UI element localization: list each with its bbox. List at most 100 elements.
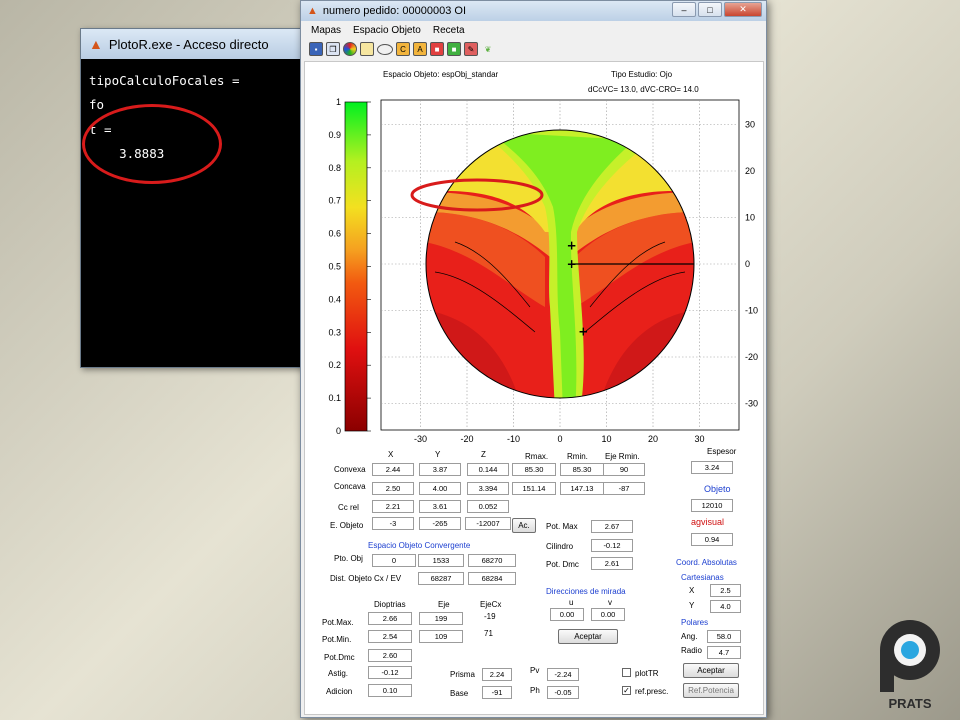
objeto-field[interactable]: 12010	[691, 499, 733, 512]
v-label: v	[608, 598, 612, 607]
tool-a-icon[interactable]: A	[413, 42, 427, 56]
row-label-concava: Concava	[334, 482, 366, 491]
dist-cx-field[interactable]: 68287	[418, 572, 464, 585]
tool-c-icon[interactable]: C	[396, 42, 410, 56]
pto-obj-x-field[interactable]: 0	[372, 554, 416, 567]
aceptar-direcciones-button[interactable]: Aceptar	[558, 629, 618, 644]
ellipse-icon[interactable]	[377, 43, 393, 55]
dist-ev-field[interactable]: 68284	[468, 572, 516, 585]
espesor-field[interactable]: 3.24	[691, 461, 733, 474]
direcciones-title: Direcciones de mirada	[546, 587, 626, 596]
agvisual-field[interactable]: 0.94	[691, 533, 733, 546]
aceptar-coords-button[interactable]: Aceptar	[683, 663, 739, 678]
concava-z-field[interactable]: 3.394	[467, 482, 509, 495]
adicion-label: Adicion	[326, 687, 353, 696]
copy-icon[interactable]: ❐	[326, 42, 340, 56]
x-tick-label: 20	[648, 434, 658, 444]
prisma-field[interactable]: 2.24	[482, 668, 512, 681]
concava-rmax-field[interactable]: 151.14	[512, 482, 556, 495]
adicion-field[interactable]: 0.10	[368, 684, 412, 697]
menu-mapas[interactable]: Mapas	[311, 25, 341, 36]
tool-leaf-icon[interactable]: ❦	[481, 42, 495, 56]
plottr-checkbox[interactable]	[622, 668, 631, 677]
pot-dmc-field[interactable]: 2.61	[591, 557, 633, 570]
menu-espacio-objeto[interactable]: Espacio Objeto	[353, 25, 421, 36]
astig-field[interactable]: -0.12	[368, 666, 412, 679]
y-tick-label: -30	[745, 399, 758, 409]
plus-marker: +	[567, 238, 577, 252]
app-window[interactable]: ▲ numero pedido: 00000003 OI – □ ✕ Mapas…	[300, 0, 767, 718]
tool-edit-icon[interactable]: ✎	[464, 42, 478, 56]
y-tick-label: 0	[745, 259, 750, 269]
eobjeto-y-field[interactable]: -265	[419, 517, 461, 530]
tool-red-icon[interactable]: ■	[430, 42, 444, 56]
ccrel-x-field[interactable]: 2.21	[372, 500, 414, 513]
plus-marker: +	[578, 324, 588, 338]
convexa-eje-field[interactable]: 90	[603, 463, 645, 476]
toolbar: ▪ ❐ C A ■ ■ ✎ ❦	[301, 39, 766, 59]
ph-field[interactable]: -0.05	[547, 686, 579, 699]
eobjeto-z-field[interactable]: -12007	[465, 517, 511, 530]
dioptrias-header: Dioptrias	[374, 600, 406, 609]
convexa-rmin-field[interactable]: 85.30	[560, 463, 604, 476]
colormap-icon[interactable]	[343, 42, 357, 56]
concava-eje-field[interactable]: -87	[603, 482, 645, 495]
close-button[interactable]: ✕	[724, 2, 762, 17]
potmin-eje-field[interactable]: 109	[419, 630, 463, 643]
pto-obj-z-field[interactable]: 68270	[468, 554, 516, 567]
u-field[interactable]: 0.00	[550, 608, 584, 621]
potmax-dioptrias-field[interactable]: 2.66	[368, 612, 412, 625]
pot-max-field[interactable]: 2.67	[591, 520, 633, 533]
col-header-rmax: Rmax.	[525, 452, 549, 461]
ac-button[interactable]: Ac.	[512, 518, 536, 533]
colorbar-tick-label: 0	[336, 426, 341, 436]
prats-logo: PRATS	[870, 612, 950, 712]
col-header-eje-rmin: Eje Rmin.	[605, 452, 640, 461]
console-window[interactable]: ▲ PlotoR.exe - Acceso directo tipoCalcul…	[80, 28, 320, 368]
ejecx-value-2: 71	[484, 629, 493, 638]
row-label-e-objeto: E. Objeto	[330, 521, 364, 530]
convexa-y-field[interactable]: 3.87	[419, 463, 461, 476]
x-field[interactable]: 2.5	[710, 584, 741, 597]
convexa-rmax-field[interactable]: 85.30	[512, 463, 556, 476]
potdmc-field[interactable]: 2.60	[368, 649, 412, 662]
convexa-z-field[interactable]: 0.144	[467, 463, 509, 476]
console-titlebar[interactable]: ▲ PlotoR.exe - Acceso directo	[81, 29, 319, 59]
cilindro-field[interactable]: -0.12	[591, 539, 633, 552]
ccrel-y-field[interactable]: 3.61	[419, 500, 461, 513]
convexa-x-field[interactable]: 2.44	[372, 463, 414, 476]
frame-icon[interactable]	[360, 42, 374, 56]
potmax-eje-field[interactable]: 199	[419, 612, 463, 625]
save-icon[interactable]: ▪	[309, 42, 323, 56]
colorbar-tick-label: 0.1	[328, 393, 341, 403]
concava-rmin-field[interactable]: 147.13	[560, 482, 604, 495]
concava-y-field[interactable]: 4.00	[419, 482, 461, 495]
ang-field[interactable]: 58.0	[707, 630, 741, 643]
pto-obj-y-field[interactable]: 1533	[418, 554, 464, 567]
v-field[interactable]: 0.00	[591, 608, 625, 621]
col-header-rmin: Rmin.	[567, 452, 588, 461]
menu-receta[interactable]: Receta	[433, 25, 465, 36]
console-line: fo	[89, 97, 105, 113]
ref-potencia-button[interactable]: Ref.Potencia	[683, 683, 739, 698]
pv-label: Pv	[530, 666, 540, 675]
potmin-dioptrias-field[interactable]: 2.54	[368, 630, 412, 643]
x-tick-label: 10	[601, 434, 611, 444]
y-tick-label: -10	[745, 306, 758, 316]
tool-green-icon[interactable]: ■	[447, 42, 461, 56]
logo-text: PRATS	[888, 696, 931, 711]
pot-dmc-label: Pot. Dmc	[546, 560, 579, 569]
col-header-z: Z	[481, 450, 486, 459]
cartesianas-label: Cartesianas	[681, 573, 724, 582]
radio-field[interactable]: 4.7	[707, 646, 741, 659]
refpresc-checkbox[interactable]: ✓	[622, 686, 631, 695]
base-field[interactable]: -91	[482, 686, 512, 699]
pv-field[interactable]: -2.24	[547, 668, 579, 681]
maximize-button[interactable]: □	[698, 2, 722, 17]
concava-x-field[interactable]: 2.50	[372, 482, 414, 495]
y-field[interactable]: 4.0	[710, 600, 741, 613]
ccrel-z-field[interactable]: 0.052	[467, 500, 509, 513]
eobjeto-x-field[interactable]: -3	[372, 517, 414, 530]
power-map-chart[interactable]: 00.10.20.30.40.50.60.70.80.91 +++ -30-20…	[305, 92, 765, 452]
minimize-button[interactable]: –	[672, 2, 696, 17]
